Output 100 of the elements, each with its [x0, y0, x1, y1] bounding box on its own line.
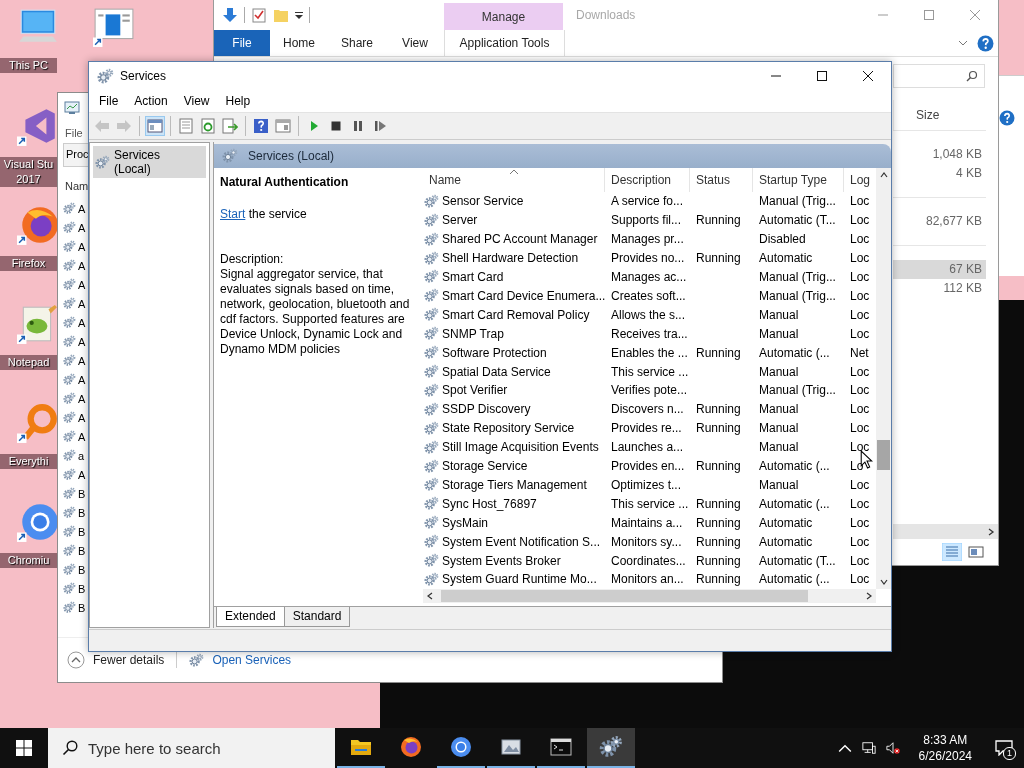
open-services-link[interactable]: Open Services — [212, 653, 292, 667]
service-name[interactable]: A — [78, 468, 86, 481]
refresh-button[interactable] — [198, 116, 218, 136]
service-name[interactable]: System Event Notification S... — [442, 534, 601, 549]
collapse-icon[interactable] — [67, 651, 85, 669]
service-name[interactable]: B — [78, 544, 86, 557]
service-name[interactable]: A — [78, 411, 86, 424]
column-header[interactable]: Startup Type — [753, 168, 844, 192]
horizontal-scrollbar[interactable] — [423, 588, 876, 603]
column-header[interactable]: Description — [605, 168, 690, 192]
service-name[interactable]: A — [78, 430, 86, 443]
scroll-thumb[interactable] — [877, 440, 890, 470]
service-name[interactable]: Smart Card Removal Policy — [442, 307, 590, 322]
service-name[interactable]: Spot Verifier — [442, 383, 508, 398]
fewer-details-button[interactable]: Fewer details — [93, 653, 165, 667]
service-name[interactable]: SSDP Discovery — [442, 402, 531, 417]
service-name[interactable]: a — [78, 449, 85, 462]
scroll-thumb[interactable] — [441, 589, 808, 602]
view-tab[interactable]: Extended — [216, 607, 285, 627]
service-name[interactable]: A — [78, 392, 86, 405]
service-name[interactable]: Software Protection — [442, 345, 547, 360]
service-name[interactable]: B — [78, 582, 86, 595]
file-size[interactable]: 112 KB — [893, 279, 986, 298]
start-link[interactable]: Start — [220, 207, 246, 221]
ribbon-tab[interactable]: Application Tools — [444, 30, 565, 56]
service-name[interactable]: State Repository Service — [442, 421, 575, 436]
service-name[interactable]: Smart Card — [442, 269, 504, 284]
service-name[interactable]: Still Image Acquisition Events — [442, 440, 599, 455]
service-name[interactable]: System Events Broker — [442, 553, 561, 568]
service-name[interactable]: Sensor Service — [442, 194, 524, 209]
file-size[interactable]: 1,048 KB — [893, 145, 986, 164]
notifications-button[interactable]: 1 — [984, 728, 1024, 768]
file-size[interactable]: 4 KB — [893, 164, 986, 183]
service-name[interactable]: A — [78, 240, 86, 253]
checklist-icon[interactable] — [251, 7, 267, 23]
service-name[interactable]: SysMain — [442, 515, 488, 530]
clock-time[interactable]: 8:33 AM — [923, 732, 968, 748]
service-name[interactable]: Server — [442, 213, 478, 228]
service-name[interactable]: B — [78, 506, 86, 519]
file-size[interactable]: 67 KB — [893, 260, 986, 279]
column-header[interactable]: Status — [690, 168, 753, 192]
vertical-scrollbar[interactable] — [876, 168, 891, 589]
ribbon-tab[interactable]: Share — [328, 30, 386, 56]
taskbar-app-button[interactable] — [587, 728, 635, 768]
service-name[interactable]: SNMP Trap — [442, 326, 504, 341]
service-name[interactable]: Smart Card Device Enumera... — [442, 288, 606, 303]
service-name[interactable]: A — [78, 259, 86, 272]
clock-date[interactable]: 6/26/2024 — [918, 748, 972, 764]
service-name[interactable]: A — [78, 316, 86, 329]
notepad-icon[interactable] — [17, 303, 59, 345]
service-name[interactable]: Storage Tiers Management — [442, 477, 587, 492]
column-header[interactable]: Name — [423, 168, 605, 192]
view-tab[interactable]: Standard — [283, 607, 351, 627]
large-icons-view-icon[interactable] — [966, 543, 986, 561]
menu-item[interactable]: File — [91, 94, 127, 108]
tab[interactable]: Proc — [63, 143, 89, 167]
menu-item[interactable]: Action — [126, 94, 176, 108]
tree-button[interactable] — [145, 116, 165, 136]
menu-item[interactable]: View — [175, 94, 218, 108]
ribbon-tab[interactable]: View — [386, 30, 444, 56]
service-name[interactable]: A — [78, 202, 86, 215]
firefox-icon[interactable] — [17, 204, 59, 246]
column-header[interactable]: Nam — [65, 180, 89, 192]
tree-item[interactable]: Services (Local) — [93, 146, 206, 178]
service-name[interactable]: A — [78, 221, 86, 234]
help-icon[interactable] — [999, 110, 1015, 126]
service-name[interactable]: Shell Hardware Detection — [442, 251, 579, 266]
service-name[interactable]: A — [78, 278, 86, 291]
search-field[interactable] — [893, 64, 985, 88]
service-name[interactable]: Spatial Data Service — [442, 364, 551, 379]
service-name[interactable]: B — [78, 525, 86, 538]
menu-item[interactable]: Help — [217, 94, 259, 108]
service-name[interactable]: Storage Service — [442, 459, 528, 474]
chromium-icon[interactable] — [17, 501, 59, 543]
service-name[interactable]: B — [78, 563, 86, 576]
ribbon-tab[interactable]: Home — [270, 30, 328, 56]
column-header[interactable]: Size — [893, 100, 998, 130]
file-size[interactable]: 82,677 KB — [893, 212, 986, 231]
horizontal-scrollbar[interactable] — [893, 524, 998, 539]
service-name[interactable]: A — [78, 354, 86, 367]
app-window-icon[interactable] — [93, 6, 135, 48]
service-name[interactable]: System Guard Runtime Mo... — [442, 572, 597, 587]
dropdown-caret-icon[interactable] — [295, 11, 303, 19]
service-name[interactable]: A — [78, 297, 86, 310]
service-name[interactable]: A — [78, 335, 86, 348]
export-button[interactable] — [220, 116, 240, 136]
download-arrow-icon[interactable] — [222, 7, 238, 23]
service-name[interactable]: Shared PC Account Manager — [442, 232, 598, 247]
help-icon[interactable] — [977, 34, 994, 52]
menu-item[interactable]: File — [65, 127, 83, 139]
ribbon-tab[interactable]: File — [214, 30, 270, 56]
help-button[interactable] — [251, 116, 271, 136]
magnifier-icon[interactable] — [17, 402, 59, 444]
view-button[interactable] — [273, 116, 293, 136]
column-header[interactable]: Log — [844, 168, 871, 192]
service-name[interactable]: B — [78, 487, 86, 500]
service-name[interactable]: B — [78, 601, 86, 614]
service-name[interactable]: Sync Host_76897 — [442, 496, 537, 511]
expand-chevron-icon[interactable] — [958, 40, 968, 46]
search-field[interactable]: Type here to search — [48, 728, 335, 768]
